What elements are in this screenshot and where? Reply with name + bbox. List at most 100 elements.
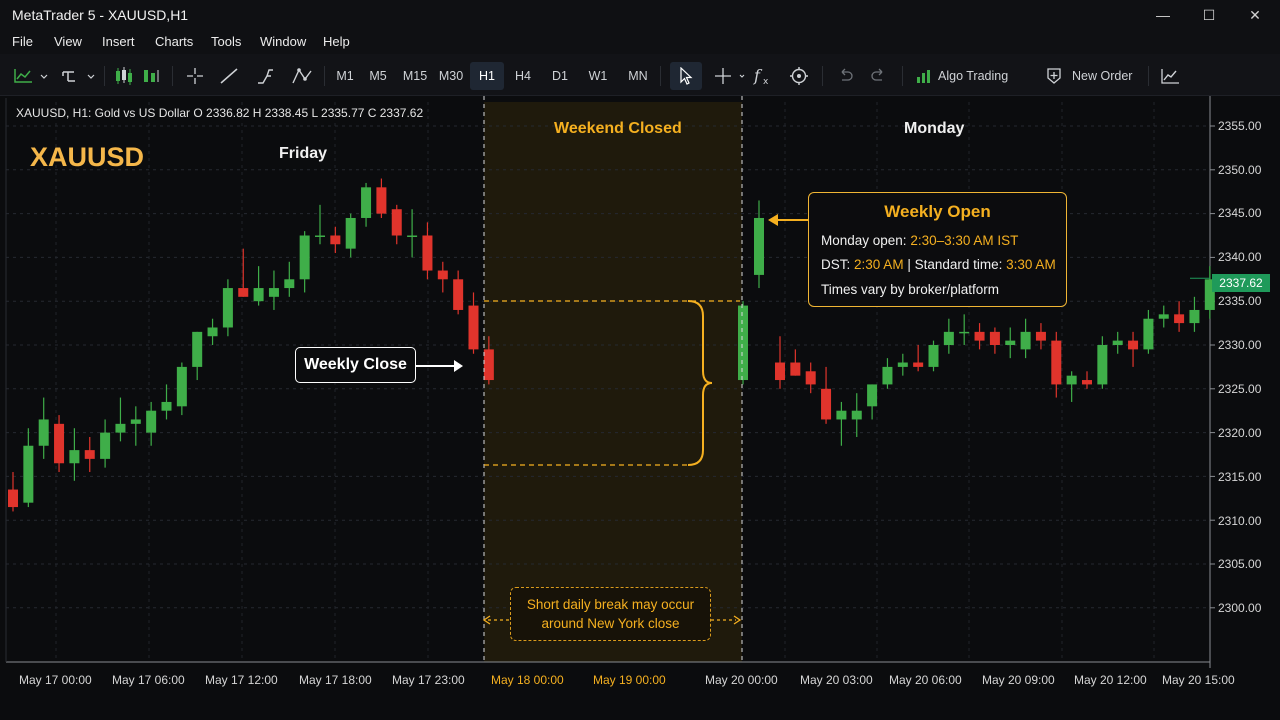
friday-candle	[315, 204, 325, 245]
x-tick-label-weekend: May 19 00:00	[593, 673, 666, 687]
timeframe-m1[interactable]: M1	[332, 62, 358, 90]
timeframe-m15[interactable]: M15	[400, 62, 430, 90]
menu-charts[interactable]: Charts	[155, 34, 193, 49]
candle-body	[836, 410, 847, 420]
candlestick-button[interactable]	[110, 62, 138, 90]
undo-button[interactable]	[834, 62, 858, 90]
monday-candle	[1112, 331, 1123, 354]
maximize-button[interactable]: ☐	[1186, 0, 1232, 30]
new-order-button[interactable]: New Order	[1044, 62, 1144, 90]
monday-open-value: 2:30–3:30 AM IST	[910, 233, 1019, 248]
monday-candle	[1158, 305, 1169, 328]
friday-candle	[207, 318, 218, 345]
shapes-tool[interactable]	[288, 62, 316, 90]
timeframe-m30[interactable]: M30	[436, 62, 466, 90]
y-tick-label: 2310.00	[1218, 514, 1262, 528]
timeframe-m5[interactable]: M5	[365, 62, 391, 90]
candle-body	[146, 410, 157, 433]
friday-candle	[299, 231, 310, 293]
indicators-button[interactable]	[58, 62, 98, 90]
crosshair-icon	[187, 68, 203, 84]
window-title: MetaTrader 5 - XAUUSD,H1	[12, 7, 189, 23]
candle-body	[943, 331, 954, 345]
x-tick-label: May 20 12:00	[1074, 673, 1147, 687]
monday-candle	[959, 314, 970, 345]
candle-body	[8, 489, 18, 508]
bar-chart-button[interactable]	[138, 62, 166, 90]
weekly-close-arrowhead	[454, 360, 463, 372]
fibonacci-tool[interactable]	[252, 62, 278, 90]
redo-button[interactable]	[866, 62, 890, 90]
friday-candle	[84, 436, 95, 473]
monday-candle	[943, 318, 954, 354]
crosshair-tool[interactable]	[182, 62, 208, 90]
monday-candle	[738, 301, 748, 385]
crosshair-menu-button[interactable]	[708, 62, 748, 90]
target-button[interactable]	[786, 62, 812, 90]
candle-body	[115, 423, 126, 433]
menu-file[interactable]: File	[12, 34, 33, 49]
candle-body	[790, 362, 801, 376]
candle-body	[1051, 340, 1062, 385]
timeframe-h1[interactable]: H1	[470, 62, 504, 90]
minimize-button[interactable]: —	[1140, 0, 1186, 30]
candle-body	[468, 305, 479, 350]
candle-body	[928, 345, 939, 367]
monday-candle	[1174, 301, 1185, 332]
monday-open-line: Monday open: 2:30–3:30 AM IST	[821, 233, 1018, 248]
weekend-closed-label: Weekend Closed	[554, 120, 682, 137]
menu-tools[interactable]: Tools	[211, 34, 241, 49]
candle-body	[1035, 331, 1046, 341]
candle-body	[192, 331, 203, 367]
weekly-close-callout: Weekly Close	[295, 347, 416, 383]
candle-body	[391, 209, 402, 236]
candle-body	[1174, 314, 1185, 324]
candle-body	[253, 288, 264, 302]
menu-view[interactable]: View	[54, 34, 82, 49]
function-button[interactable]: fx	[750, 62, 776, 90]
friday-candle	[192, 331, 203, 381]
y-tick-label: 2315.00	[1218, 470, 1262, 484]
undo-icon	[841, 68, 853, 81]
timeframe-h4[interactable]: H4	[510, 62, 536, 90]
monday-candle	[882, 358, 893, 389]
friday-candle	[268, 270, 279, 310]
candle-body	[882, 366, 893, 385]
x-tick-label: May 17 06:00	[112, 673, 185, 687]
candle-body	[361, 187, 372, 218]
chart-area[interactable]: XAUUSD, H1: Gold vs US Dollar O 2336.82 …	[0, 96, 1280, 720]
timeframe-d1[interactable]: D1	[547, 62, 573, 90]
chart-type-button[interactable]	[10, 62, 50, 90]
x-tick-label: May 17 18:00	[299, 673, 372, 687]
friday-candle	[69, 428, 80, 481]
x-tick-label: May 17 23:00	[392, 673, 465, 687]
x-tick-label: May 17 00:00	[19, 673, 92, 687]
timeframe-w1[interactable]: W1	[585, 62, 611, 90]
dst-label: DST:	[821, 257, 851, 272]
menu-insert[interactable]: Insert	[102, 34, 135, 49]
candle-body	[222, 288, 233, 328]
menu-help[interactable]: Help	[323, 34, 350, 49]
chart-window-button[interactable]	[1156, 62, 1184, 90]
dst-line: DST: 2:30 AM | Standard time: 3:30 AM	[821, 257, 1056, 272]
friday-candle	[253, 266, 264, 306]
close-button[interactable]: ✕	[1232, 0, 1278, 30]
toolbar: M1 M5 M15 M30 H1 H4 D1 W1 MN fx Algo Tra…	[0, 54, 1280, 96]
trendline-tool[interactable]	[216, 62, 242, 90]
timeframe-mn[interactable]: MN	[624, 62, 652, 90]
monday-candle	[1082, 371, 1092, 389]
friday-candle	[100, 419, 111, 468]
toolbar-separator	[104, 66, 105, 86]
cursor-icon	[680, 67, 693, 85]
cursor-tool[interactable]	[670, 62, 702, 90]
menu-window[interactable]: Window	[260, 34, 306, 49]
standard-time-label: | Standard time:	[907, 257, 1003, 272]
monday-candle	[1051, 331, 1062, 398]
friday-candle	[453, 270, 464, 315]
algo-trading-button[interactable]: Algo Trading	[912, 62, 1022, 90]
weekly-open-title: Weekly Open	[884, 202, 991, 221]
candle-body	[867, 384, 878, 407]
candle-body	[989, 331, 1000, 345]
chart-type-icon	[14, 69, 48, 83]
x-tick-label: May 17 12:00	[205, 673, 278, 687]
